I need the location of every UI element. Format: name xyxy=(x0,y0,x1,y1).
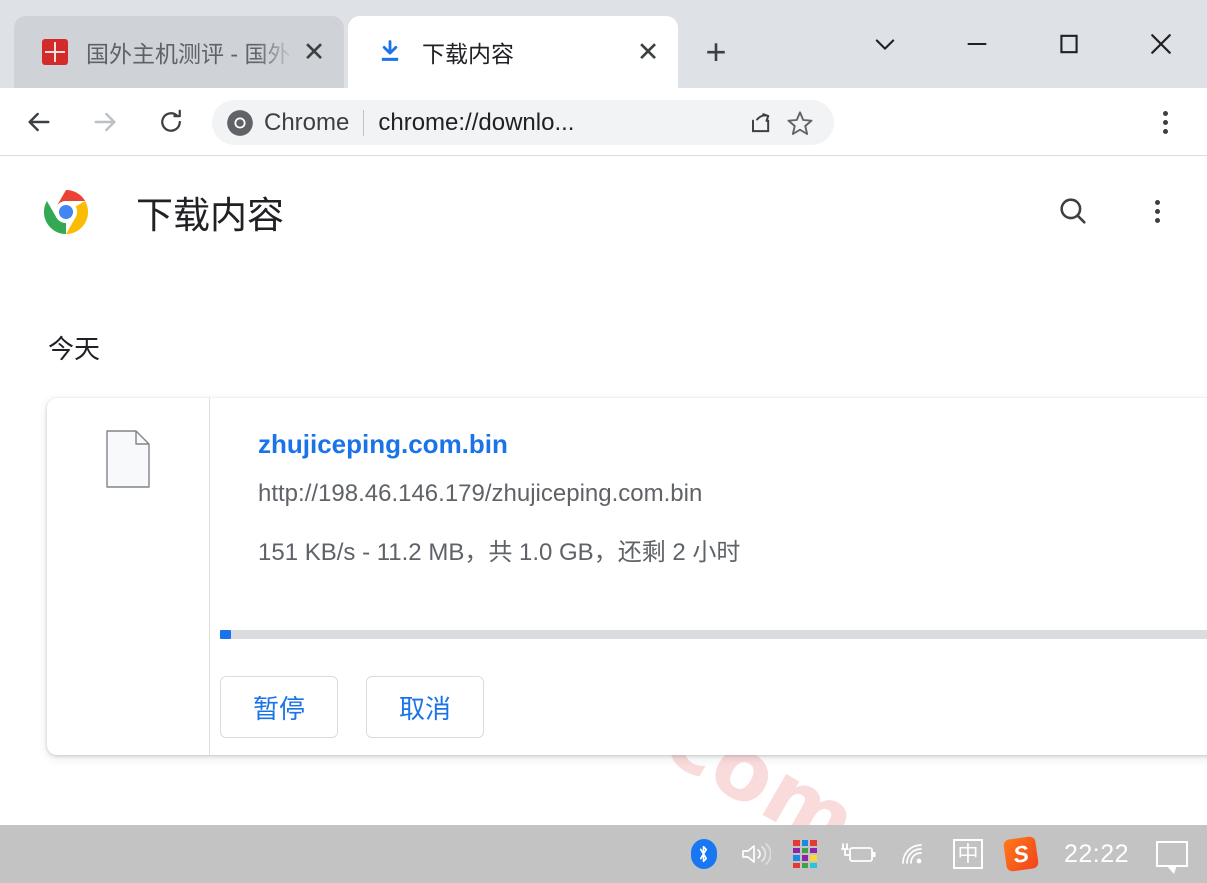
notification-icon[interactable] xyxy=(1145,825,1199,883)
downloads-header-actions xyxy=(1053,191,1177,231)
tab-inactive[interactable]: 国外主机测评 - 国外 ✕ xyxy=(14,16,344,88)
bluetooth-icon[interactable] xyxy=(680,825,728,883)
download-source-url: http://198.46.146.179/zhujiceping.com.bi… xyxy=(258,478,1207,509)
reload-button[interactable] xyxy=(144,95,198,149)
download-arrow-icon xyxy=(376,38,404,66)
sogou-logo-label: S xyxy=(1003,836,1039,872)
tab-active-downloads[interactable]: 下载内容 ✕ xyxy=(348,16,678,88)
tab-close-icon[interactable]: ✕ xyxy=(294,32,334,72)
download-action-buttons: 暂停 取消 xyxy=(220,676,484,738)
download-item-card: zhujiceping.com.bin http://198.46.146.17… xyxy=(47,398,1207,755)
window-controls xyxy=(839,0,1207,88)
back-button[interactable] xyxy=(12,95,66,149)
share-icon[interactable] xyxy=(740,103,780,143)
kebab-menu-icon xyxy=(1163,111,1168,134)
new-tab-button[interactable]: + xyxy=(690,26,742,78)
omnibox-separator xyxy=(363,110,364,136)
omnibox-brand-label: Chrome xyxy=(264,109,349,137)
ime-chinese-icon[interactable]: 中 xyxy=(942,825,994,883)
sogou-input-icon[interactable]: S xyxy=(994,825,1048,883)
chrome-brand-badge: Chrome xyxy=(226,109,349,137)
file-icon-column xyxy=(47,398,210,755)
chrome-logo-icon xyxy=(226,109,254,137)
tab-strip: 国外主机测评 - 国外 ✕ 下载内容 ✕ + xyxy=(0,0,1207,88)
forward-button[interactable] xyxy=(78,95,132,149)
tab-close-icon[interactable]: ✕ xyxy=(628,32,668,72)
more-vertical-icon[interactable] xyxy=(1137,191,1177,231)
bookmark-star-icon[interactable] xyxy=(780,103,820,143)
battery-charging-icon[interactable] xyxy=(828,825,888,883)
tab-title: 国外主机测评 - 国外 xyxy=(86,35,294,69)
volume-icon[interactable] xyxy=(728,825,782,883)
color-grid-icon[interactable] xyxy=(782,825,828,883)
omnibox-url-text[interactable]: chrome://downlo... xyxy=(378,109,740,137)
generic-file-icon xyxy=(106,430,150,488)
pause-button[interactable]: 暂停 xyxy=(220,676,338,738)
system-taskbar: 中 S 22:22 xyxy=(0,825,1207,883)
tab-title: 下载内容 xyxy=(422,35,628,69)
maximize-button[interactable] xyxy=(1023,0,1115,88)
download-item-details: zhujiceping.com.bin http://198.46.146.17… xyxy=(210,398,1207,755)
browser-toolbar: Chrome chrome://downlo... xyxy=(0,88,1207,156)
tab-search-icon[interactable] xyxy=(839,0,931,88)
downloads-page-header: 下载内容 xyxy=(0,157,1207,267)
download-file-name-link[interactable]: zhujiceping.com.bin xyxy=(258,428,1207,462)
browser-window: 国外主机测评 - 国外 ✕ 下载内容 ✕ + xyxy=(0,0,1207,883)
download-progress-bar xyxy=(220,630,1207,639)
stamp-favicon xyxy=(42,39,68,65)
download-progress-fill xyxy=(220,630,231,639)
page-title: 下载内容 xyxy=(136,185,284,239)
chrome-logo-icon xyxy=(42,188,90,236)
search-icon[interactable] xyxy=(1053,191,1093,231)
wifi-icon[interactable] xyxy=(888,825,942,883)
close-window-button[interactable] xyxy=(1115,0,1207,88)
cancel-button[interactable]: 取消 xyxy=(366,676,484,738)
download-status-text: 151 KB/s - 11.2 MB，共 1.0 GB，还剩 2 小时 xyxy=(258,537,1207,568)
download-group-date: 今天 xyxy=(48,329,100,366)
taskbar-clock[interactable]: 22:22 xyxy=(1048,840,1145,869)
ime-chinese-label: 中 xyxy=(953,839,983,869)
minimize-button[interactable] xyxy=(931,0,1023,88)
browser-menu-button[interactable] xyxy=(1143,100,1187,144)
downloads-page: zhujiceping.com 下载内容 xyxy=(0,157,1207,825)
omnibox[interactable]: Chrome chrome://downlo... xyxy=(212,100,834,145)
